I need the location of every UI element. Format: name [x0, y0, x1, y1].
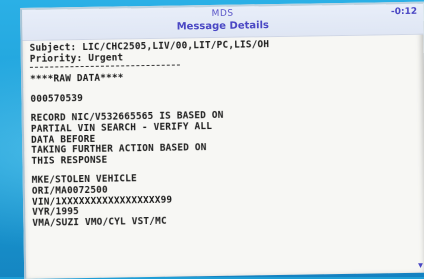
- clock: -0:12: [390, 6, 418, 18]
- device-screen: MDS Message Details -0:12 Subject: LIC/C…: [20, 1, 424, 279]
- divider: [29, 64, 180, 69]
- message-body[interactable]: Subject: LIC/CHC2505,LIV/00,LIT/PC,LIS/O…: [30, 38, 412, 279]
- title-bar: MDS Message Details -0:12: [22, 3, 424, 41]
- scroll-down-arrow-icon[interactable]: ▼: [418, 261, 424, 270]
